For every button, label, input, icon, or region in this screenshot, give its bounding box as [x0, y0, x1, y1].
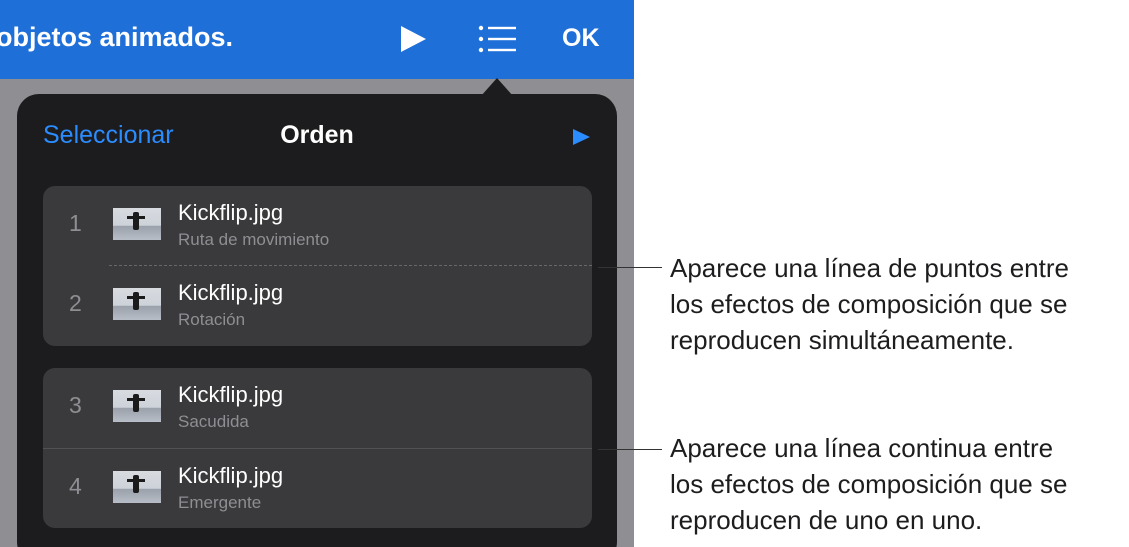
select-button[interactable]: Seleccionar — [43, 121, 174, 150]
callout-dotted-text: Aparece una línea de puntos entre los ef… — [670, 250, 1069, 358]
toolbar: objetos animados. OK — [0, 0, 634, 79]
build-row[interactable]: 3 Kickflip.jpg Sacudida — [43, 368, 592, 448]
play-icon[interactable] — [398, 24, 428, 54]
callout-line-3: reproducen de uno en uno. — [670, 505, 983, 535]
skater-thumbnail-icon — [113, 390, 161, 422]
build-group-simultaneous: 1 Kickflip.jpg Ruta de movimiento 2 Kick… — [43, 186, 592, 346]
build-object-name: Kickflip.jpg — [178, 280, 284, 305]
play-icon[interactable] — [571, 127, 591, 147]
skater-thumbnail-icon — [113, 471, 161, 503]
build-group-sequential: 3 Kickflip.jpg Sacudida 4 Kickflip.jpg E… — [43, 368, 592, 528]
build-object-name: Kickflip.jpg — [178, 382, 284, 407]
build-row[interactable]: 4 Kickflip.jpg Emergente — [43, 449, 592, 529]
callout-line-dotted — [598, 267, 662, 268]
skater-thumbnail-icon — [113, 208, 161, 240]
build-object-name: Kickflip.jpg — [178, 463, 284, 488]
app-window: objetos animados. OK Orden Seleccionar 1… — [0, 0, 634, 547]
build-object-name: Kickflip.jpg — [178, 200, 284, 225]
build-effect-name: Emergente — [178, 493, 262, 512]
callout-line-2: los efectos de composición que se — [670, 469, 1068, 499]
build-row[interactable]: 2 Kickflip.jpg Rotación — [43, 266, 592, 346]
build-row[interactable]: 1 Kickflip.jpg Ruta de movimiento — [43, 186, 592, 266]
build-order-popover: Orden Seleccionar 1 Kickflip.jpg Ruta de… — [17, 94, 617, 547]
build-number: 4 — [69, 473, 82, 499]
build-effect-name: Ruta de movimiento — [178, 230, 330, 249]
toolbar-title: objetos animados. — [0, 22, 234, 52]
callout-line-1: Aparece una línea de puntos entre — [670, 253, 1069, 283]
build-number: 3 — [69, 392, 82, 418]
skater-thumbnail-icon — [113, 288, 161, 320]
callout-line-solid — [598, 449, 662, 450]
build-number: 1 — [69, 210, 82, 236]
build-number: 2 — [69, 290, 82, 316]
ok-button[interactable]: OK — [562, 24, 600, 53]
callout-line-2: los efectos de composición que se — [670, 289, 1068, 319]
callout-line-1: Aparece una línea continua entre — [670, 433, 1054, 463]
callout-solid-text: Aparece una línea continua entre los efe… — [670, 430, 1067, 538]
build-effect-name: Rotación — [178, 310, 246, 329]
list-icon[interactable] — [478, 23, 516, 55]
build-effect-name: Sacudida — [178, 412, 249, 431]
callout-line-3: reproducen simultáneamente. — [670, 325, 1014, 355]
